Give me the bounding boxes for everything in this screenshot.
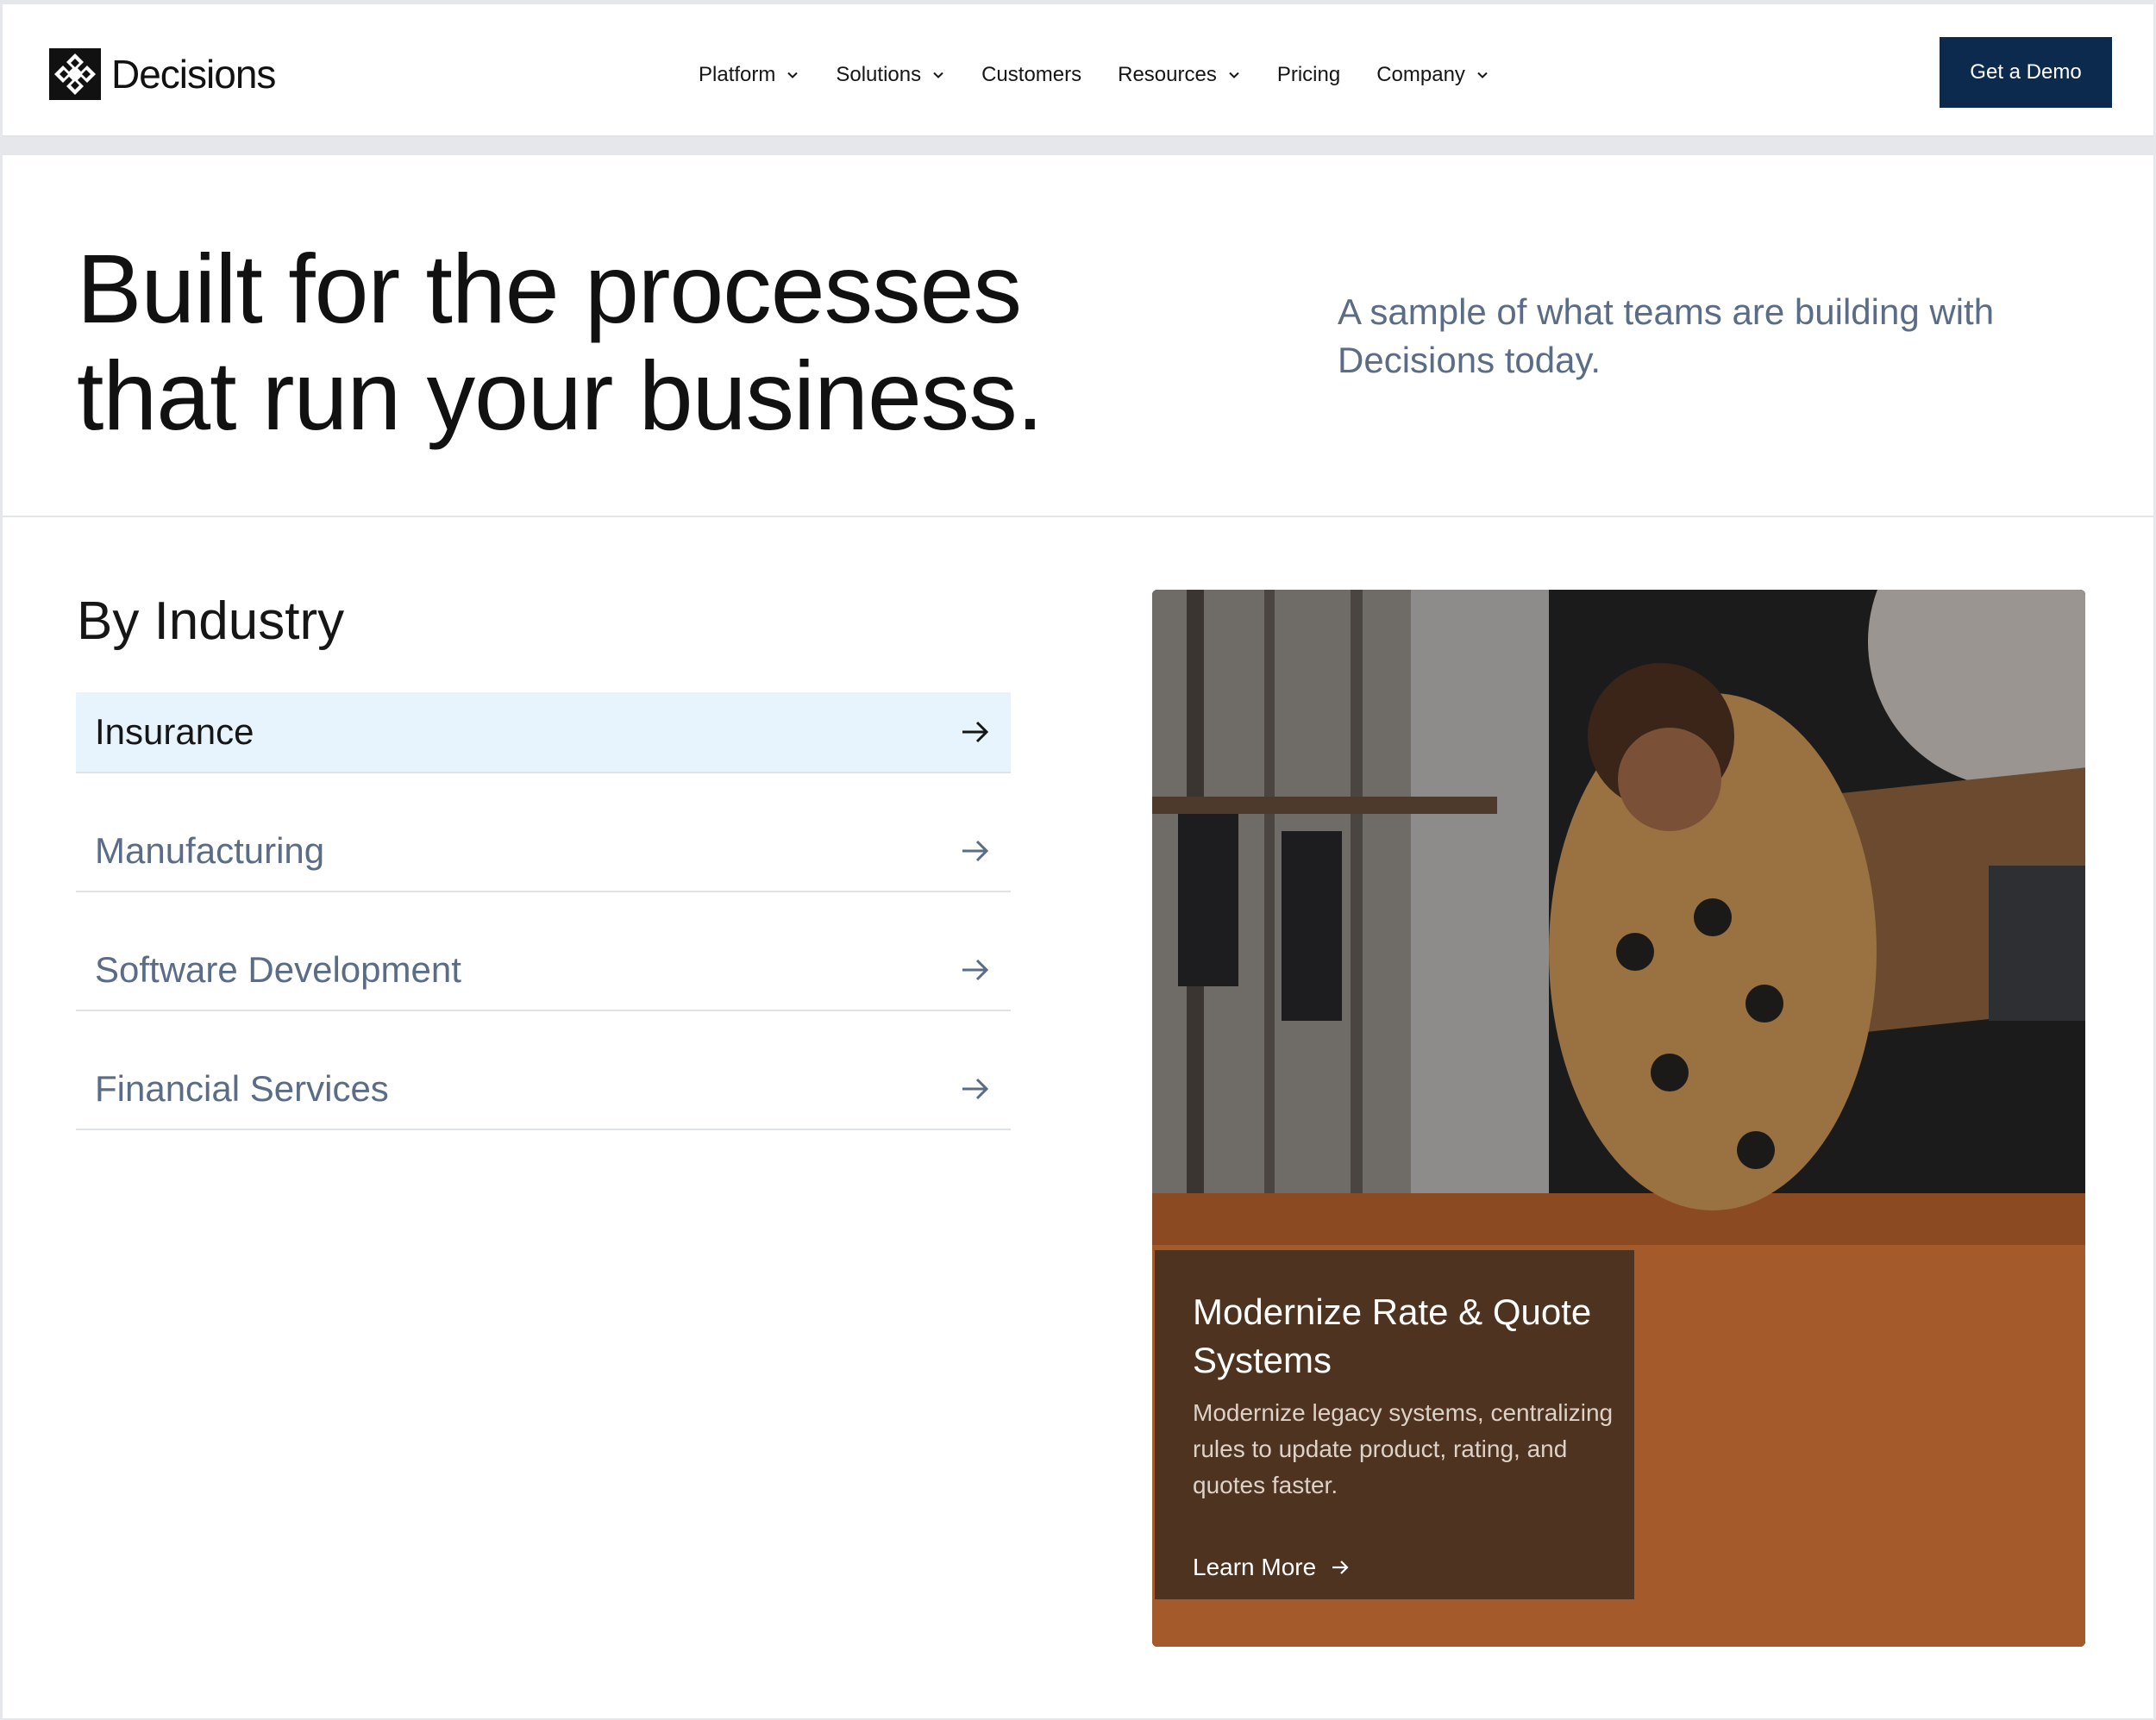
hero-title: Built for the processes that run your bu… bbox=[77, 235, 1112, 449]
chevron-down-icon bbox=[1477, 72, 1488, 78]
industry-item-financial-services[interactable]: Financial Services bbox=[76, 1049, 1011, 1130]
industry-heading: By Industry bbox=[77, 591, 345, 651]
nav-label: Platform bbox=[699, 63, 776, 86]
feature-card: Modernize Rate & Quote Systems Modernize… bbox=[1155, 1250, 1634, 1599]
feature-card-description: Modernize legacy systems, centralizing r… bbox=[1193, 1399, 1614, 1498]
feature-card-title: Modernize Rate & Quote Systems bbox=[1193, 1292, 1592, 1380]
arrow-right-icon bbox=[962, 959, 989, 981]
section-divider bbox=[3, 516, 2153, 517]
main-nav: Platform Solutions Customers Resources P… bbox=[699, 58, 1489, 92]
learn-more-link[interactable]: Learn More bbox=[1193, 1554, 1351, 1581]
nav-item-resources[interactable]: Resources bbox=[1118, 63, 1241, 87]
chevron-down-icon bbox=[1229, 72, 1239, 78]
nav-label: Solutions bbox=[836, 63, 922, 86]
logo-text: Decisions bbox=[111, 52, 276, 97]
arrow-right-icon bbox=[962, 721, 989, 743]
learn-more-label: Learn More bbox=[1193, 1554, 1317, 1580]
nav-item-company[interactable]: Company bbox=[1376, 63, 1489, 87]
get-a-demo-button[interactable]: Get a Demo bbox=[1940, 37, 2112, 108]
hero-title-line-1: Built for the processes bbox=[77, 235, 1022, 343]
hero-title-line-2: that run your business. bbox=[77, 341, 1044, 450]
nav-label: Resources bbox=[1118, 63, 1217, 86]
arrow-right-icon bbox=[962, 1078, 989, 1100]
nav-item-solutions[interactable]: Solutions bbox=[836, 63, 945, 87]
industry-item-label: Financial Services bbox=[95, 1068, 389, 1109]
industry-list: Insurance Manufacturing Software Develop… bbox=[76, 692, 1011, 1168]
chevron-down-icon bbox=[933, 72, 943, 78]
nav-label: Company bbox=[1376, 63, 1465, 86]
industry-item-label: Insurance bbox=[95, 711, 254, 752]
nav-item-customers[interactable]: Customers bbox=[981, 63, 1081, 87]
logo[interactable]: Decisions bbox=[49, 48, 276, 100]
main-content: Built for the processes that run your bu… bbox=[3, 153, 2153, 1718]
industry-item-label: Software Development bbox=[95, 949, 461, 990]
industry-item-manufacturing[interactable]: Manufacturing bbox=[76, 811, 1011, 892]
arrow-right-icon bbox=[962, 840, 989, 862]
industry-item-label: Manufacturing bbox=[95, 830, 325, 871]
industry-item-insurance[interactable]: Insurance bbox=[76, 692, 1011, 773]
nav-label: Pricing bbox=[1276, 63, 1341, 86]
nav-label: Customers bbox=[981, 63, 1082, 86]
arrow-right-icon bbox=[1332, 1561, 1349, 1574]
nav-item-pricing[interactable]: Pricing bbox=[1277, 63, 1340, 87]
site-header: Decisions Platform Solutions Customers R… bbox=[3, 4, 2153, 137]
chevron-down-icon bbox=[787, 72, 799, 78]
nav-item-platform[interactable]: Platform bbox=[699, 63, 799, 87]
hero-subtitle: A sample of what teams are building with… bbox=[1338, 291, 1995, 380]
industry-item-software-development[interactable]: Software Development bbox=[76, 930, 1011, 1011]
decisions-logo-icon bbox=[49, 48, 101, 100]
